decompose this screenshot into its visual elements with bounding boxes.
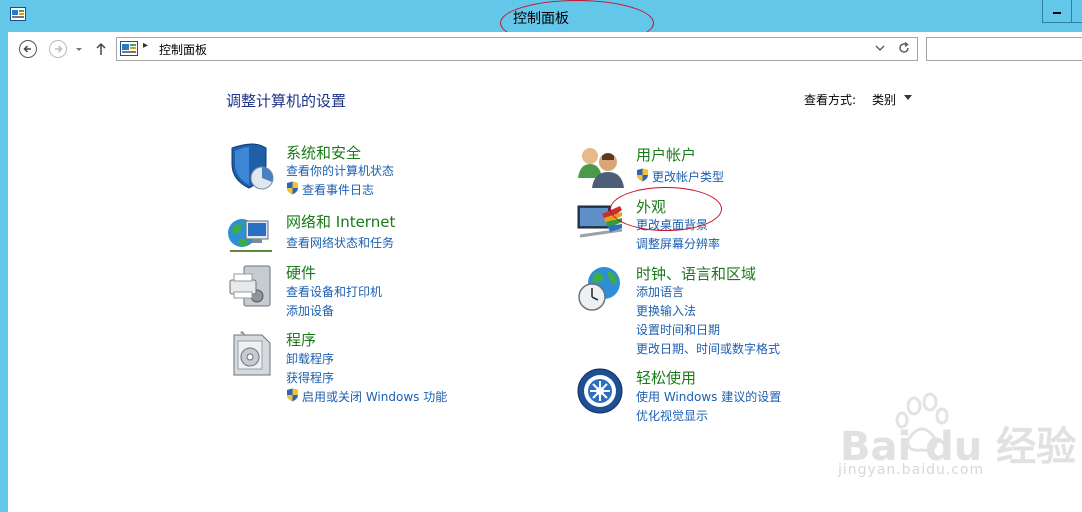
minimize-button[interactable] [1042, 0, 1071, 23]
printer-hardware-icon[interactable] [226, 262, 276, 312]
category-title[interactable]: 时钟、语言和区域 [636, 263, 756, 284]
link-add-language[interactable]: 添加语言 [636, 283, 684, 300]
uac-shield-icon [637, 168, 648, 182]
link-view-network-status[interactable]: 查看网络状态和任务 [286, 234, 394, 251]
link-change-account-type[interactable]: 更改帐户类型 [652, 168, 724, 185]
maximize-button[interactable] [1071, 0, 1082, 23]
category-title[interactable]: 用户帐户 [636, 144, 696, 165]
link-change-input-method[interactable]: 更换输入法 [636, 302, 696, 319]
uac-shield-icon [287, 181, 298, 195]
view-by-label: 查看方式: [804, 93, 857, 107]
appearance-display-icon[interactable] [576, 196, 626, 246]
link-view-event-logs[interactable]: 查看事件日志 [302, 181, 374, 198]
control-panel-icon [120, 41, 138, 56]
back-button[interactable] [18, 39, 38, 59]
window-title: 控制面板 [513, 11, 569, 27]
link-windows-recommended-settings[interactable]: 使用 Windows 建议的设置 [636, 388, 781, 405]
address-dropdown-chevron-icon[interactable] [875, 43, 885, 53]
view-by-selector[interactable]: 类别 [872, 91, 896, 108]
clock-globe-icon[interactable] [576, 263, 626, 313]
baidu-watermark-url: jingyan.baidu.com [838, 462, 985, 478]
ease-of-access-icon[interactable] [576, 367, 626, 417]
link-adjust-screen-resolution[interactable]: 调整屏幕分辨率 [636, 235, 720, 252]
forward-button[interactable] [48, 39, 68, 59]
link-view-devices-printers[interactable]: 查看设备和打印机 [286, 283, 382, 300]
address-bar[interactable]: ▸ 控制面板 [116, 37, 918, 61]
link-change-desktop-background[interactable]: 更改桌面背景 [636, 216, 708, 233]
user-accounts-icon[interactable] [576, 144, 626, 194]
link-windows-features[interactable]: 启用或关闭 Windows 功能 [302, 388, 447, 405]
category-title[interactable]: 程序 [286, 329, 316, 350]
refresh-icon[interactable] [897, 41, 911, 55]
link-set-time-date[interactable]: 设置时间和日期 [636, 321, 720, 338]
category-title[interactable]: 外观 [636, 196, 666, 217]
breadcrumb-separator[interactable]: ▸ [143, 40, 148, 51]
network-globe-icon[interactable] [226, 211, 276, 261]
category-title[interactable]: 轻松使用 [636, 367, 696, 388]
navigation-bar: ▸ 控制面板 [8, 32, 1082, 68]
shield-security-icon[interactable] [226, 142, 276, 192]
link-get-programs[interactable]: 获得程序 [286, 369, 334, 386]
uac-shield-icon [287, 388, 298, 402]
link-add-device[interactable]: 添加设备 [286, 302, 334, 319]
recent-pages-chevron-icon[interactable] [74, 39, 84, 59]
link-change-date-time-format[interactable]: 更改日期、时间或数字格式 [636, 340, 780, 357]
category-title[interactable]: 系统和安全 [286, 142, 361, 163]
up-arrow-button[interactable] [94, 39, 108, 59]
minimize-icon [1053, 12, 1061, 14]
link-uninstall-program[interactable]: 卸载程序 [286, 350, 334, 367]
search-input[interactable] [926, 37, 1082, 61]
programs-box-icon[interactable] [226, 329, 276, 379]
category-title[interactable]: 硬件 [286, 262, 316, 283]
view-by-caret-icon[interactable] [904, 95, 912, 100]
page-heading: 调整计算机的设置 [226, 92, 347, 110]
link-view-computer-status[interactable]: 查看你的计算机状态 [286, 162, 394, 179]
link-optimize-visual-display[interactable]: 优化视觉显示 [636, 407, 708, 424]
breadcrumb-control-panel[interactable]: 控制面板 [159, 41, 207, 58]
title-bar: 控制面板 [0, 0, 1082, 32]
category-title[interactable]: 网络和 Internet [286, 211, 395, 232]
